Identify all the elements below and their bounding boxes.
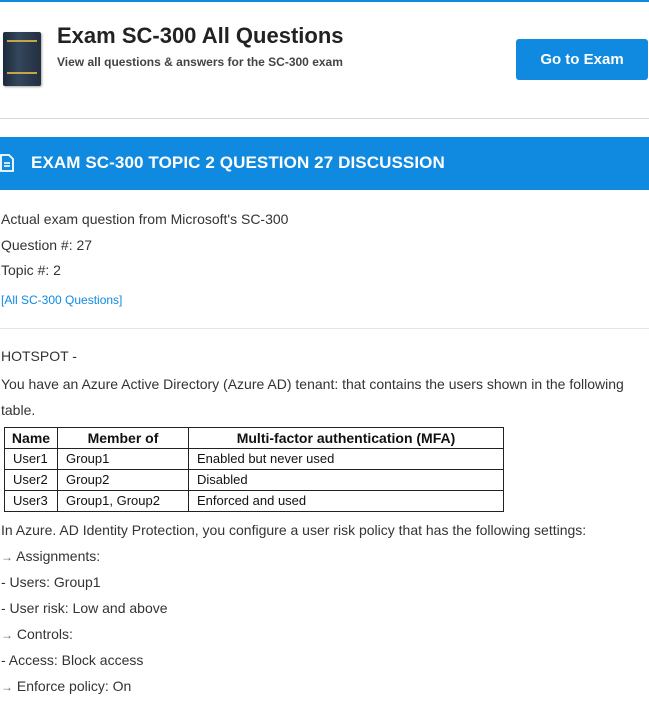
users-table: Name Member of Multi-factor authenticati… <box>4 427 504 512</box>
table-header-mfa: Multi-factor authentication (MFA) <box>188 427 504 449</box>
arrow-bullet-icon: → <box>1 550 13 564</box>
enforce-policy-label: Enforce policy: On <box>16 678 132 694</box>
table-cell: Group1, Group2 <box>57 490 189 512</box>
policy-intro: In Azure. AD Identity Protection, you co… <box>1 522 587 538</box>
table-header-name: Name <box>4 427 58 449</box>
exam-title: Exam SC-300 All Questions <box>57 23 344 48</box>
document-icon <box>0 154 14 172</box>
exam-header: Exam SC-300 All Questions View all quest… <box>0 2 649 119</box>
header-divider <box>0 118 649 119</box>
discussion-banner: EXAM SC-300 TOPIC 2 QUESTION 27 DISCUSSI… <box>0 137 649 190</box>
question-source: Actual exam question from Microsoft's SC… <box>1 211 289 227</box>
table-cell: User3 <box>4 490 58 512</box>
exam-subtitle: View all questions & answers for the SC-… <box>57 55 343 69</box>
exam-book-icon <box>3 32 41 86</box>
users-setting: - Users: Group1 <box>1 574 101 590</box>
arrow-bullet-icon: → <box>1 628 13 642</box>
table-row: User3 Group1, Group2 Enforced and used <box>4 490 504 512</box>
table-cell: Disabled <box>188 469 504 491</box>
access-setting: - Access: Block access <box>1 652 144 668</box>
table-cell: Enforced and used <box>188 490 504 512</box>
go-to-exam-button[interactable]: Go to Exam <box>516 39 648 80</box>
user-risk-setting: - User risk: Low and above <box>1 600 168 616</box>
question-intro: You have an Azure Active Directory (Azur… <box>1 376 624 418</box>
table-cell: User2 <box>4 469 58 491</box>
controls-line: → Controls: <box>1 626 73 642</box>
table-row: User1 Group1 Enabled but never used <box>4 448 504 470</box>
all-questions-link[interactable]: [All SC-300 Questions] <box>1 293 122 307</box>
assignments-line: → Assignments: <box>1 548 100 564</box>
table-cell: Group2 <box>57 469 189 491</box>
arrow-bullet-icon: → <box>1 680 13 694</box>
content-divider <box>0 328 649 329</box>
question-type-label: HOTSPOT - <box>1 348 77 364</box>
table-cell: User1 <box>4 448 58 470</box>
table-cell: Group1 <box>57 448 189 470</box>
topic-number: Topic #: 2 <box>1 262 61 278</box>
discussion-title: EXAM SC-300 TOPIC 2 QUESTION 27 DISCUSSI… <box>31 153 445 172</box>
enforce-policy-line: → Enforce policy: On <box>1 678 131 694</box>
question-number: Question #: 27 <box>1 237 93 253</box>
controls-label: Controls: <box>16 626 73 642</box>
table-header-member-of: Member of <box>57 427 189 449</box>
assignments-label: Assignments: <box>16 548 101 564</box>
table-cell: Enabled but never used <box>188 448 504 470</box>
table-row: User2 Group2 Disabled <box>4 469 504 491</box>
table-header-row: Name Member of Multi-factor authenticati… <box>4 427 504 449</box>
